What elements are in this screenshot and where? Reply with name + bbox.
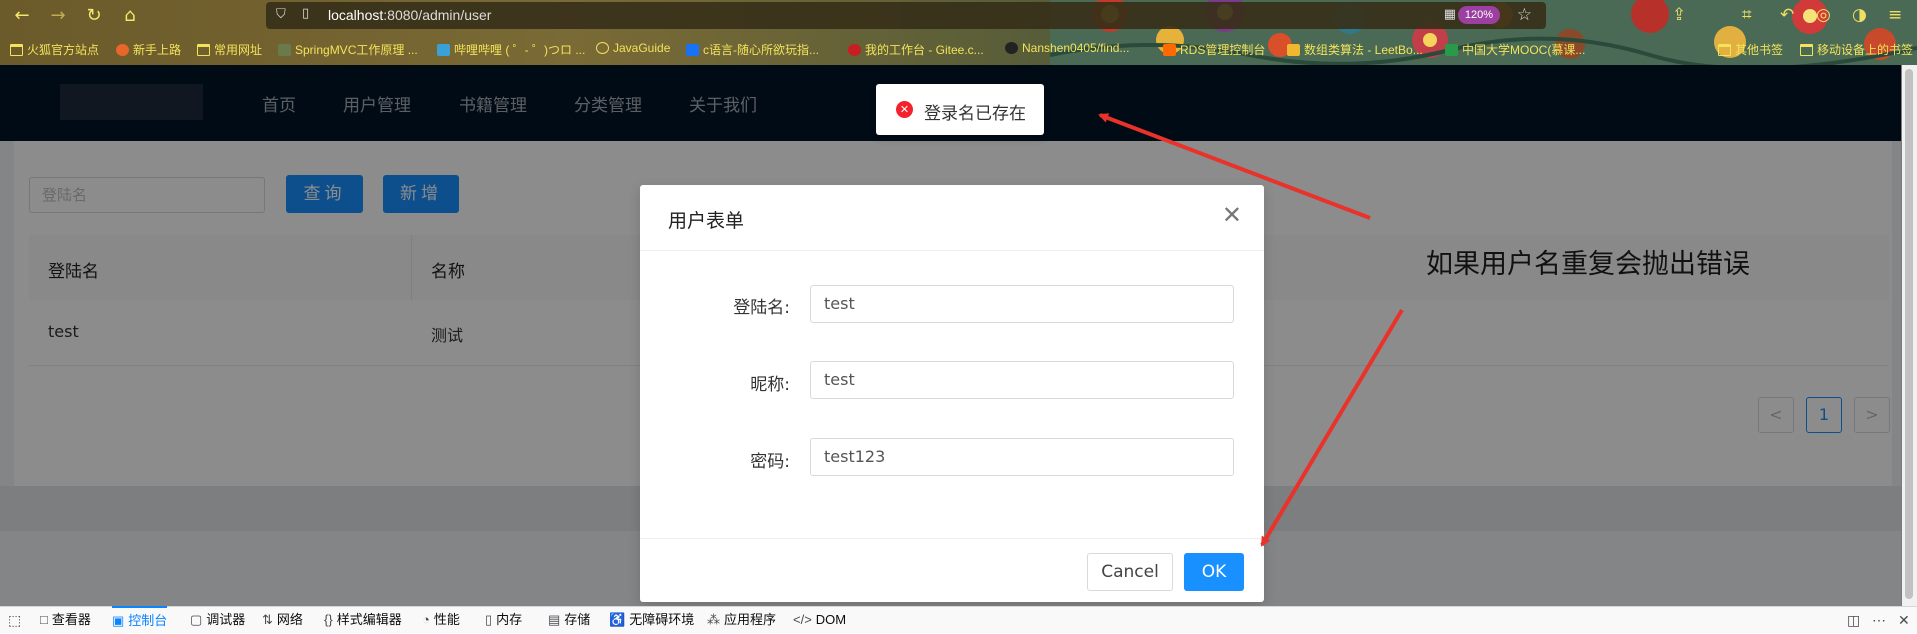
bookmark-item[interactable]: 新手上路	[116, 41, 181, 58]
qr-code-icon[interactable]: ▦	[1444, 7, 1456, 22]
bookmark-item[interactable]: RDS管理控制台	[1163, 41, 1265, 58]
page-info-icon[interactable]: ▯	[302, 6, 309, 21]
devtools-tab-accessibility[interactable]: ♿ 无障碍环境	[609, 607, 694, 633]
error-message-toast: ✕ 登录名已存在	[876, 84, 1044, 135]
forward-icon[interactable]: →	[46, 4, 70, 28]
password-label: 密码:	[750, 452, 790, 472]
devtools-tab-network[interactable]: ⇅ 网络	[262, 607, 303, 633]
close-devtools-icon[interactable]: ✕	[1898, 607, 1910, 633]
bookmark-item[interactable]: 火狐官方站点	[10, 41, 99, 58]
bookmark-item[interactable]: 我的工作台 - Gitee.c...	[848, 41, 984, 58]
bookmark-item[interactable]: 其他书签	[1718, 41, 1783, 58]
login-name-field[interactable]: test	[810, 285, 1234, 323]
nickname-field[interactable]: test	[810, 361, 1234, 399]
back-icon[interactable]: ←	[10, 4, 34, 28]
bookmark-item[interactable]: 哔哩哔哩 ( ゜- ゜)つロ ...	[437, 41, 585, 58]
bookmark-item[interactable]: 中国大学MOOC(慕课...	[1445, 41, 1585, 58]
url-text[interactable]: localhost:8080/admin/user	[328, 7, 491, 23]
menu-icon[interactable]: ≡	[1888, 5, 1902, 25]
bookmarks-toolbar: 火狐官方站点 新手上路 常用网址 SpringMVC工作原理 ... 哔哩哔哩 …	[0, 38, 1917, 60]
address-bar[interactable]: ⛉ ▯ localhost:8080/admin/user ▦ 120% ☆	[266, 2, 1546, 29]
modal-title: 用户表单	[668, 210, 745, 232]
nickname-label: 昵称:	[750, 375, 790, 395]
dock-side-icon[interactable]: ◫	[1847, 607, 1860, 633]
cancel-button[interactable]: Cancel	[1087, 553, 1173, 591]
bookmark-item[interactable]: 数组类算法 - LeetBo...	[1287, 41, 1423, 58]
devtools-tab-application[interactable]: ⁂ 应用程序	[707, 607, 776, 633]
screenshot-icon[interactable]: ⌗	[1742, 5, 1752, 25]
bookmark-item[interactable]: SpringMVC工作原理 ...	[278, 41, 418, 58]
bookmark-item[interactable]: JavaGuide	[596, 41, 670, 55]
tracking-shield-icon[interactable]: ⛉	[276, 7, 286, 22]
home-icon[interactable]: ⌂	[118, 4, 142, 28]
devtools-tab-console[interactable]: ▣ 控制台	[112, 606, 168, 634]
devtools-tab-debugger[interactable]: ▢ 调试器	[190, 607, 245, 633]
bookmark-item[interactable]: Nanshen0405/find...	[1005, 41, 1129, 55]
more-options-icon[interactable]: ⋯	[1872, 607, 1886, 633]
user-form-modal: 用户表单 ✕ 登陆名: test 昵称: test 密码: test123 Ca…	[640, 185, 1264, 602]
sync-icon[interactable]: ◎	[1816, 5, 1831, 25]
close-icon[interactable]: ✕	[1222, 203, 1242, 227]
devtools-tab-performance[interactable]: ◔ 性能	[422, 607, 460, 633]
devtools-toolbar: ⬚ □ 查看器 ▣ 控制台 ▢ 调试器 ⇅ 网络 {} 样式编辑器 ◔ 性能 ▯ 内存 ▤ 存储…	[0, 606, 1917, 633]
page-scrollbar[interactable]	[1901, 65, 1917, 606]
element-picker-icon[interactable]: ⬚	[8, 607, 21, 633]
devtools-tab-storage[interactable]: ▤ 存储	[548, 607, 590, 633]
save-to-pocket-icon[interactable]: ⇪	[1672, 5, 1686, 25]
error-circle-icon: ✕	[896, 101, 913, 118]
toast-message: 登录名已存在	[924, 104, 1026, 124]
browser-toolbar: ← → ↻ ⌂ ⛉ ▯ localhost:8080/admin/user ▦ …	[0, 0, 1917, 65]
devtools-tab-dom[interactable]: </> DOM	[793, 607, 846, 633]
reload-icon[interactable]: ↻	[82, 4, 106, 28]
modal-footer: Cancel OK	[640, 538, 1264, 603]
bookmark-item[interactable]: 移动设备上的书签	[1800, 41, 1913, 58]
ok-button[interactable]: OK	[1184, 553, 1244, 591]
devtools-tab-style-editor[interactable]: {} 样式编辑器	[324, 607, 402, 633]
undo-icon[interactable]: ↶	[1780, 5, 1794, 25]
devtools-tab-memory[interactable]: ▯ 内存	[485, 607, 522, 633]
login-name-label: 登陆名:	[733, 298, 790, 318]
zoom-level-badge[interactable]: 120%	[1457, 6, 1500, 24]
modal-header: 用户表单 ✕	[640, 185, 1264, 251]
bookmark-item[interactable]: c语言-随心所欲玩指...	[686, 41, 819, 58]
bookmark-star-icon[interactable]: ☆	[1517, 5, 1532, 25]
annotation-text: 如果用户名重复会抛出错误	[1426, 249, 1750, 280]
bookmark-item[interactable]: 常用网址	[197, 41, 262, 58]
extension-icon[interactable]: ◑	[1852, 5, 1867, 25]
devtools-tab-inspector[interactable]: □ 查看器	[40, 607, 91, 633]
scrollbar-thumb[interactable]	[1905, 69, 1913, 599]
password-field[interactable]: test123	[810, 438, 1234, 476]
